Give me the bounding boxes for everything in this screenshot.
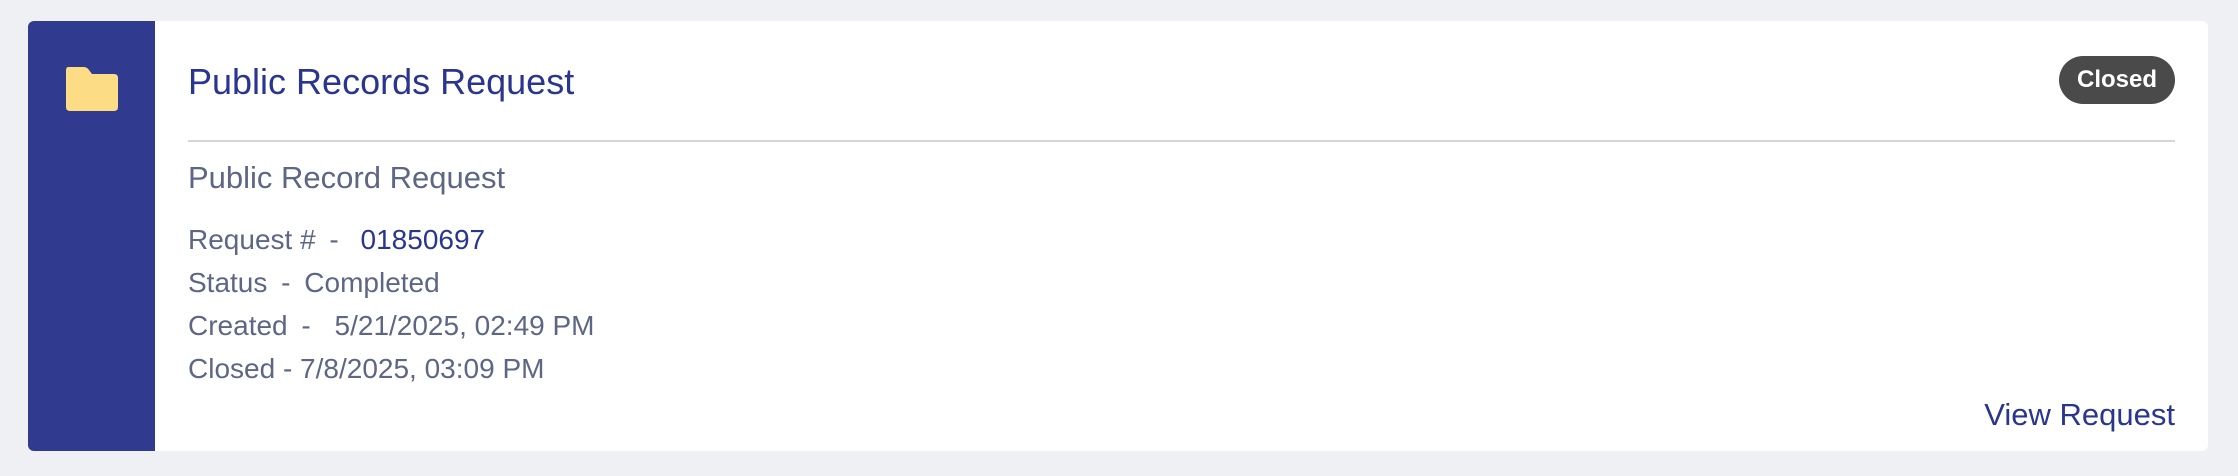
closed-row: Closed - 7/8/2025, 03:09 PM [188, 352, 544, 386]
status-badge: Closed [2058, 56, 2175, 104]
created-row: Created - 5/21/2025, 02:49 PM [188, 309, 595, 343]
card-content: Public Records Request Closed Public Rec… [155, 21, 2208, 451]
closed-text: Closed - 7/8/2025, 03:09 PM [188, 353, 545, 384]
folder-icon [66, 67, 118, 111]
created-value: 5/21/2025, 02:49 PM [334, 310, 595, 341]
view-request-link[interactable]: View Request [1984, 396, 2175, 433]
request-number-link[interactable]: 01850697 [361, 224, 486, 255]
request-type: Public Record Request [188, 160, 506, 195]
request-card: Public Records Request Closed Public Rec… [28, 21, 2208, 451]
divider [188, 140, 2175, 142]
separator: - [329, 224, 339, 255]
status-row: Status - Completed [188, 266, 440, 300]
separator: - [281, 267, 291, 298]
card-accent-bar [28, 21, 155, 451]
status-label: Status [188, 267, 268, 298]
card-title: Public Records Request [188, 61, 575, 102]
created-label: Created [188, 310, 288, 341]
separator: - [301, 310, 311, 341]
status-value: Completed [304, 267, 440, 298]
request-number-label: Request # [188, 224, 316, 255]
request-number-row: Request # - 01850697 [188, 223, 485, 257]
